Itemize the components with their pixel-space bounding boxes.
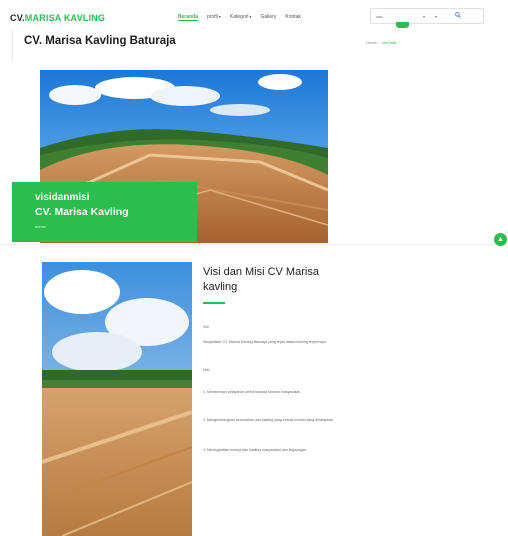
top-navbar: CV.MARISA KAVLING Beranda profil▾ Katego… xyxy=(0,0,508,30)
search-button[interactable] xyxy=(455,12,461,19)
hero-title-line1: visidanmisi xyxy=(35,192,90,203)
misi-item-2: 2. Mengembangkan perumahan dan kavling y… xyxy=(203,418,334,422)
search-filter-dropdown[interactable]: ▾ xyxy=(423,14,425,19)
menu-item-profil[interactable]: profil▾ xyxy=(207,14,221,21)
active-indicator xyxy=(396,22,409,28)
menu-item-kategori[interactable]: Kategori▾ xyxy=(230,14,252,21)
menu-item-kontak[interactable]: Kontak xyxy=(285,14,301,21)
menu-item-gallery[interactable]: Gallery xyxy=(261,14,277,21)
scroll-top-button[interactable]: ▲ xyxy=(494,233,507,246)
hero-title-line2: CV. Marisa Kavling xyxy=(35,206,129,218)
menu-item-kategori-label: Kategori xyxy=(229,14,249,20)
search-icon xyxy=(455,12,461,18)
header-divider xyxy=(12,30,13,60)
visi-label: Visi xyxy=(203,325,209,329)
chevron-up-icon: ▲ xyxy=(497,236,504,243)
hero-card: visidanmisi CV. Marisa Kavling admin xyxy=(12,182,197,242)
section-divider xyxy=(0,244,508,245)
search-category-dropdown[interactable]: ▾ xyxy=(435,14,437,19)
site-logo[interactable]: CV.MARISA KAVLING xyxy=(10,13,105,23)
misi-label: Misi xyxy=(203,368,210,372)
chevron-down-icon: ▾ xyxy=(218,14,221,19)
main-menu: Beranda profil▾ Kategori▾ Gallery Kontak xyxy=(178,14,301,21)
chevron-down-icon: ▾ xyxy=(249,14,252,19)
logo-text-name: MARISA KAVLING xyxy=(24,13,106,23)
visi-text: Menjadikan CV. Marisa Kavling Baturaja y… xyxy=(203,340,326,344)
breadcrumb-separator: / xyxy=(378,40,380,45)
breadcrumb-home[interactable]: Home xyxy=(366,40,377,45)
hero-meta: admin xyxy=(35,224,46,229)
page-title: CV. Marisa Kavling Baturaja xyxy=(24,35,176,47)
breadcrumb: Home / Visi Misi xyxy=(366,40,396,45)
section-image xyxy=(42,262,192,536)
search-box: ▾ ▾ xyxy=(370,8,484,24)
breadcrumb-current: Visi Misi xyxy=(381,40,397,45)
section-title: Visi dan Misi CV Marisa kavling xyxy=(203,266,319,293)
menu-item-profil-label: profil xyxy=(207,14,218,20)
misi-item-3: 3. Meningkatkan kinerja dan kualitas mas… xyxy=(203,448,307,452)
search-input[interactable] xyxy=(376,12,426,20)
menu-item-beranda[interactable]: Beranda xyxy=(178,14,199,21)
misi-item-1: 1. Memberikan pelayanan prima kepada sel… xyxy=(203,390,300,394)
title-underline xyxy=(203,302,225,304)
logo-text-cv: CV. xyxy=(10,13,25,23)
